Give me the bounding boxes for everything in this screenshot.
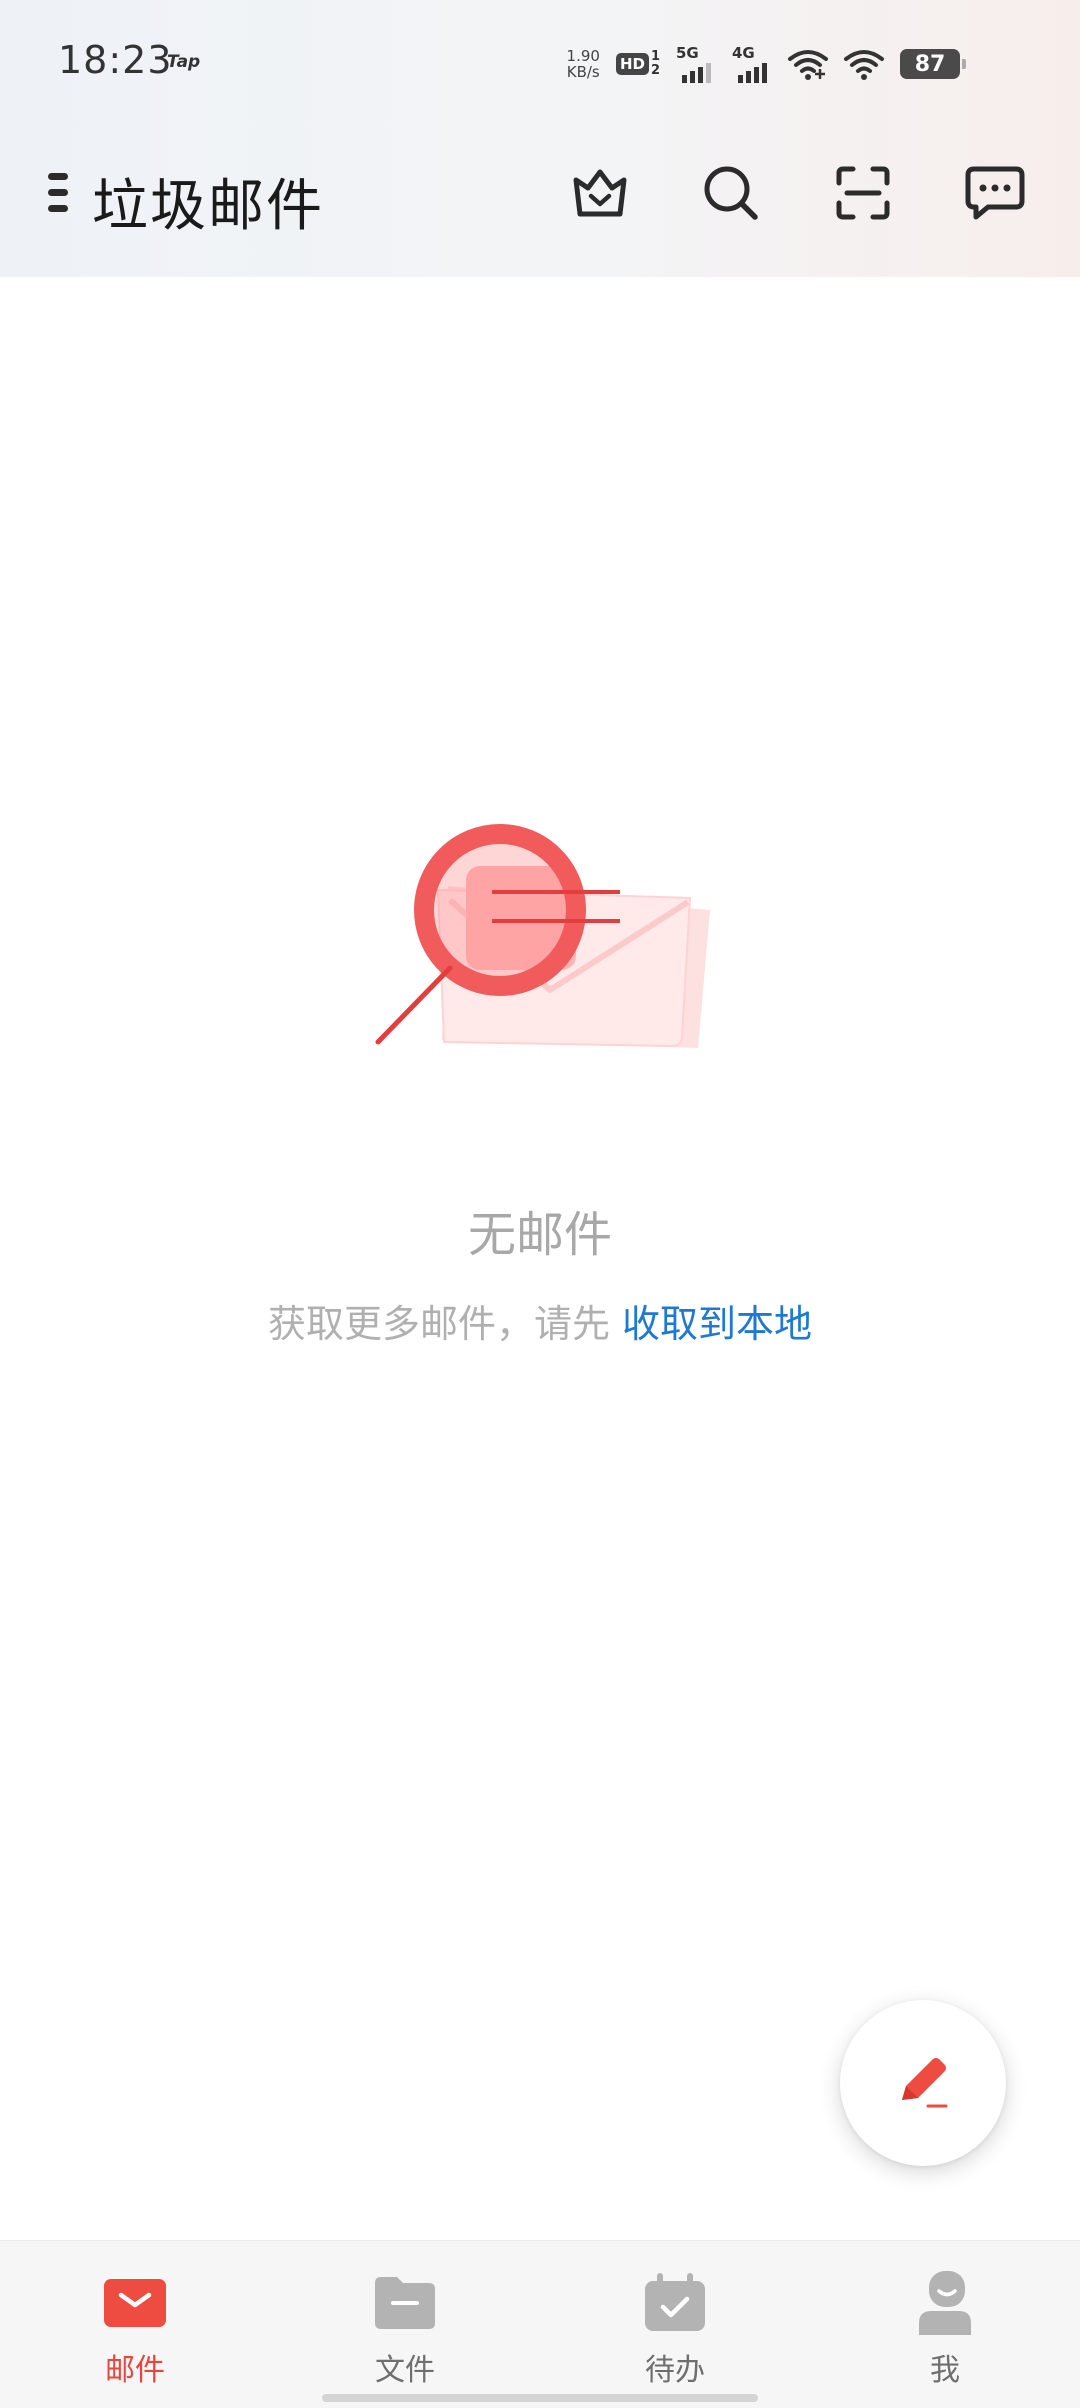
- mail-icon: [103, 2273, 167, 2333]
- scan-icon: [836, 166, 890, 220]
- battery-level: 87: [914, 51, 946, 77]
- empty-mailbox-illustration: [375, 824, 710, 1048]
- compose-button[interactable]: [840, 2000, 1006, 2166]
- top-header-area: 18:23 Tap 1.90 KB/s HD 1 2 5G 4G 87 垃圾邮件: [0, 0, 1080, 277]
- pencil-icon: [902, 2058, 948, 2108]
- network-speed-value: 1.90: [566, 47, 600, 65]
- signal-5g: 5G: [676, 43, 716, 83]
- nav-label-files: 文件: [375, 2353, 435, 2388]
- hd-voice-indicator: HD 1 2: [615, 50, 660, 78]
- sim-slots: 1 2: [651, 50, 660, 78]
- empty-state-hint: 获取更多邮件，请先 收取到本地: [0, 1293, 1080, 1348]
- page-title: 垃圾邮件: [92, 174, 324, 239]
- status-bar: 18:23 Tap 1.90 KB/s HD 1 2 5G 4G 87: [0, 0, 1080, 125]
- todo-icon: [643, 2273, 707, 2333]
- app-bar: 垃圾邮件: [0, 125, 1080, 277]
- message-button[interactable]: [962, 160, 1028, 226]
- nav-label-todo: 待办: [645, 2353, 705, 2388]
- nav-item-me[interactable]: 我: [810, 2241, 1080, 2408]
- status-app-indicator: Tap: [167, 52, 201, 72]
- crown-button[interactable]: [567, 160, 633, 226]
- home-indicator[interactable]: [322, 2394, 758, 2402]
- search-icon: [704, 166, 758, 220]
- search-button[interactable]: [698, 160, 764, 226]
- empty-state-title: 无邮件: [467, 1207, 612, 1263]
- wifi-2-icon: [844, 50, 884, 80]
- status-time: 18:23: [58, 38, 173, 82]
- nav-label-mail: 邮件: [105, 2353, 165, 2388]
- hd-badge: HD: [615, 53, 649, 75]
- scan-button[interactable]: [830, 160, 896, 226]
- nav-label-me: 我: [930, 2353, 960, 2388]
- folder-icon: [373, 2273, 437, 2333]
- empty-state-hint-text: 获取更多邮件，请先: [267, 1302, 623, 1346]
- mail-app-screen: 18:23 Tap 1.90 KB/s HD 1 2 5G 4G 87 垃圾邮件…: [0, 0, 1080, 2408]
- signal-4g-label: 4G: [732, 43, 755, 62]
- battery-icon: 87: [900, 49, 966, 79]
- network-speed: 1.90 KB/s: [567, 48, 600, 80]
- nav-item-todo[interactable]: 待办: [540, 2241, 810, 2408]
- sim-2-label: 2: [650, 63, 660, 78]
- wifi-icon: [788, 50, 828, 80]
- status-indicators: 1.90 KB/s HD 1 2 5G 4G 87: [567, 42, 966, 86]
- bottom-navigation: 邮件 文件 待办 我: [0, 2240, 1080, 2408]
- profile-icon: [913, 2271, 977, 2335]
- message-icon: [965, 166, 1025, 220]
- sim-1-label: 1: [650, 49, 660, 64]
- fetch-to-local-link[interactable]: 收取到本地: [622, 1302, 812, 1346]
- signal-5g-label: 5G: [676, 43, 699, 62]
- signal-4g-bars-icon: [738, 62, 767, 83]
- signal-4g: 4G: [732, 43, 772, 83]
- nav-item-files[interactable]: 文件: [270, 2241, 540, 2408]
- signal-5g-bars-icon: [682, 62, 711, 83]
- nav-item-mail[interactable]: 邮件: [0, 2241, 270, 2408]
- crown-icon: [573, 169, 627, 217]
- network-speed-unit: KB/s: [566, 63, 600, 81]
- menu-icon[interactable]: [44, 169, 74, 217]
